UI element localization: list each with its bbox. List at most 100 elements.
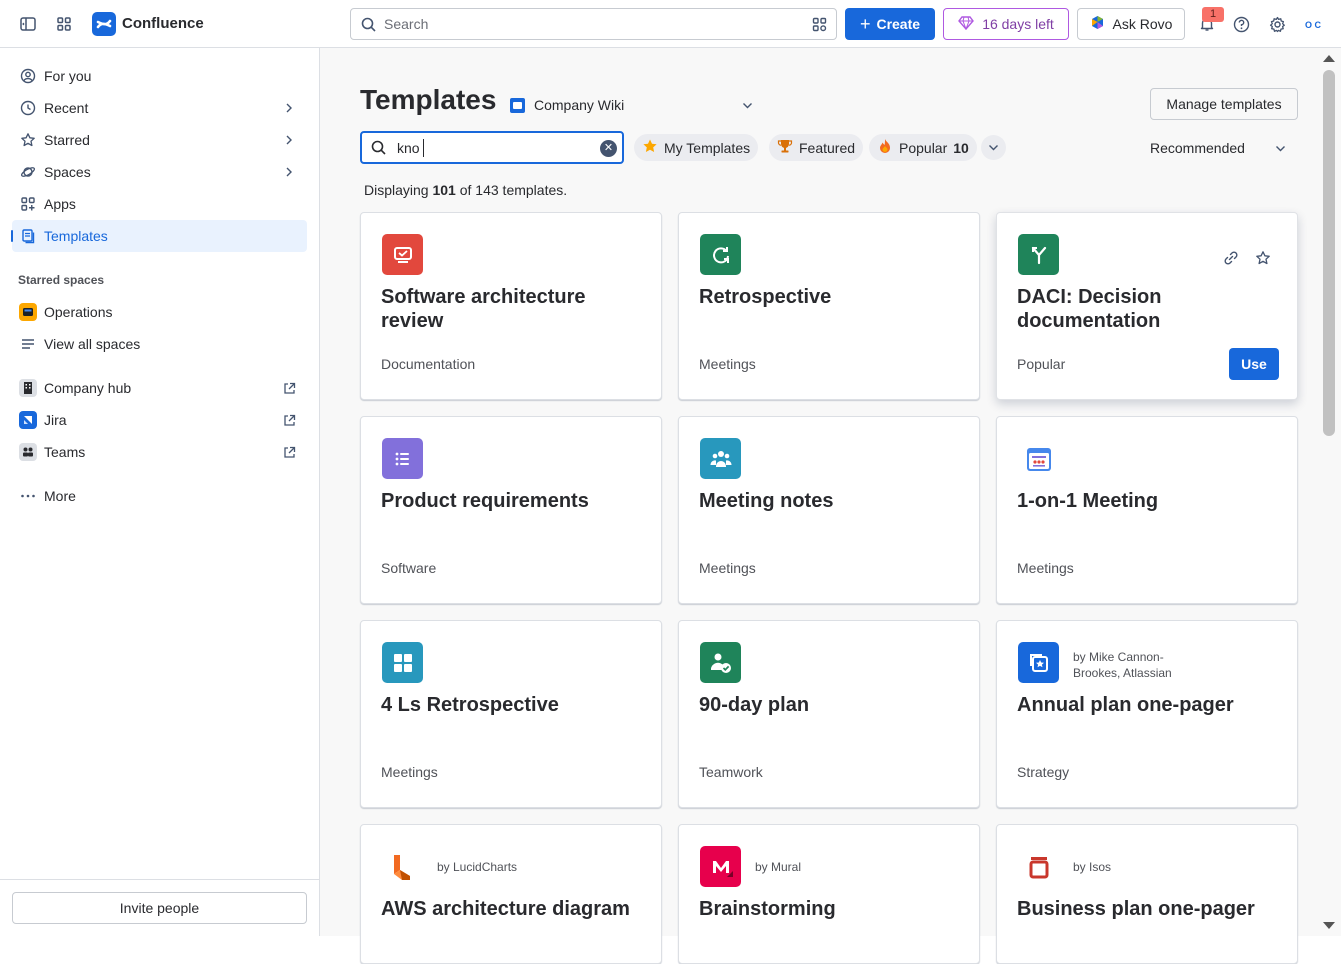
count-prefix: Displaying	[364, 182, 429, 198]
external-link-icon[interactable]	[281, 380, 297, 396]
user-avatar[interactable]: O C	[1300, 12, 1326, 38]
isos-logo-icon	[1018, 846, 1059, 887]
app-switcher-icon[interactable]	[52, 12, 76, 36]
chip-label: Popular	[899, 139, 948, 156]
top-navigation-bar: Confluence Search + Create 16 days left …	[0, 0, 1341, 48]
template-card-daci[interactable]: DACI: Decision documentation Popular Use	[996, 212, 1298, 400]
ask-rovo-button[interactable]: Ask Rovo	[1077, 8, 1185, 40]
jira-icon	[18, 410, 38, 430]
decision-branch-icon	[1018, 234, 1059, 275]
sidebar-item-apps[interactable]: Apps	[12, 188, 307, 220]
chevron-down-icon[interactable]	[1272, 140, 1288, 156]
sidebar-item-starred[interactable]: Starred	[12, 124, 307, 156]
star-outline-icon[interactable]	[1253, 248, 1273, 268]
space-selector[interactable]: Company Wiki	[510, 93, 755, 117]
card-category: Meetings	[1017, 560, 1074, 576]
sidebar-item-label: Templates	[44, 228, 108, 244]
use-template-button[interactable]: Use	[1229, 348, 1279, 380]
template-card-meeting-notes[interactable]: Meeting notes Meetings	[678, 416, 980, 604]
sidebar-item-jira[interactable]: Jira	[12, 404, 307, 436]
create-label: Create	[876, 16, 921, 32]
mural-logo-icon	[700, 846, 741, 887]
results-count: Displaying 101 of 143 templates.	[364, 182, 567, 198]
space-name: Company Wiki	[534, 97, 625, 113]
template-card-brainstorming[interactable]: by Mural Brainstorming	[678, 824, 980, 964]
card-category: Meetings	[381, 764, 438, 780]
sidebar-item-company-hub[interactable]: Company hub	[12, 372, 307, 404]
sidebar-item-more[interactable]: More	[12, 480, 307, 512]
sort-dropdown[interactable]: Recommended	[1150, 140, 1245, 156]
sidebar-item-for-you[interactable]: For you	[12, 60, 307, 92]
card-title: Annual plan one-pager	[1017, 694, 1234, 716]
scroll-up-arrow-icon[interactable]	[1323, 55, 1335, 62]
people-group-icon	[700, 438, 741, 479]
app-name[interactable]: Confluence	[122, 15, 204, 32]
page-scrollbar[interactable]	[1321, 48, 1341, 936]
manage-templates-button[interactable]: Manage templates	[1150, 88, 1298, 120]
invite-people-button[interactable]: Invite people	[12, 892, 307, 924]
trophy-icon	[777, 138, 793, 157]
template-search-input[interactable]: kno ✕	[360, 131, 624, 164]
sidebar-item-view-all-spaces[interactable]: View all spaces	[12, 328, 307, 360]
lucidcharts-logo-icon	[382, 846, 423, 887]
template-card-90-day-plan[interactable]: 90-day plan Teamwork	[678, 620, 980, 808]
template-card-software-architecture-review[interactable]: Software architecture review Documentati…	[360, 212, 662, 400]
card-title: Brainstorming	[699, 898, 836, 920]
card-category: Teamwork	[699, 764, 763, 780]
chevron-right-icon[interactable]	[281, 100, 297, 116]
copy-link-icon[interactable]	[1221, 248, 1241, 268]
external-link-icon[interactable]	[281, 412, 297, 428]
external-link-icon[interactable]	[281, 444, 297, 460]
card-title: Business plan one-pager	[1017, 898, 1255, 920]
chip-label: My Templates	[664, 139, 751, 156]
sidebar-item-operations[interactable]: Operations	[12, 296, 307, 328]
sidebar-item-teams[interactable]: Teams	[12, 436, 307, 468]
filter-chip-popular[interactable]: Popular 10	[869, 134, 977, 161]
scrollbar-thumb[interactable]	[1323, 70, 1335, 436]
sidebar-toggle-icon[interactable]	[16, 12, 40, 36]
help-icon[interactable]	[1229, 12, 1253, 36]
sidebar-item-label: Spaces	[44, 164, 91, 180]
template-card-aws-architecture-diagram[interactable]: by LucidCharts AWS architecture diagram	[360, 824, 662, 964]
template-card-business-plan-one-pager[interactable]: by Isos Business plan one-pager	[996, 824, 1298, 964]
filter-chip-my-templates[interactable]: My Templates	[634, 134, 759, 161]
template-card-retrospective[interactable]: Retrospective Meetings	[678, 212, 980, 400]
global-search-input[interactable]: Search	[350, 8, 837, 40]
template-icon	[20, 228, 36, 244]
filter-chip-featured[interactable]: Featured	[769, 134, 864, 161]
chevron-right-icon[interactable]	[281, 132, 297, 148]
template-card-product-requirements[interactable]: Product requirements Software	[360, 416, 662, 604]
diamond-icon	[958, 15, 975, 33]
teams-icon	[18, 442, 38, 462]
card-title: Retrospective	[699, 286, 832, 308]
chevron-down-icon	[739, 97, 755, 113]
chip-count: 10	[953, 139, 969, 156]
template-card-4-ls-retrospective[interactable]: 4 Ls Retrospective Meetings	[360, 620, 662, 808]
settings-gear-icon[interactable]	[1265, 12, 1289, 36]
clock-icon	[20, 100, 36, 116]
chevron-right-icon[interactable]	[281, 164, 297, 180]
list-icon	[20, 336, 36, 352]
sidebar-item-spaces[interactable]: Spaces	[12, 156, 307, 188]
person-check-icon	[700, 642, 741, 683]
sidebar-item-recent[interactable]: Recent	[12, 92, 307, 124]
sidebar-item-templates[interactable]: Templates	[12, 220, 307, 252]
chip-label: Featured	[799, 139, 856, 156]
clear-search-icon[interactable]: ✕	[600, 140, 617, 157]
template-card-annual-plan-one-pager[interactable]: by Mike Cannon-Brookes, Atlassian Annual…	[996, 620, 1298, 808]
more-filters-chevron-icon[interactable]	[981, 135, 1006, 160]
rovo-icon	[1090, 15, 1105, 33]
planet-icon	[20, 164, 36, 180]
search-placeholder: Search	[384, 16, 429, 32]
create-button[interactable]: + Create	[845, 8, 935, 40]
scroll-down-arrow-icon[interactable]	[1323, 922, 1335, 929]
count-shown: 101	[432, 182, 456, 198]
sidebar-item-label: Apps	[44, 196, 76, 212]
trial-button[interactable]: 16 days left	[943, 8, 1069, 40]
apps-icon	[20, 196, 36, 212]
space-icon	[510, 97, 525, 113]
template-card-1-on-1-meeting[interactable]: 1-on-1 Meeting Meetings	[996, 416, 1298, 604]
confluence-logo-icon[interactable]	[92, 12, 116, 36]
search-filter-icon[interactable]	[812, 17, 827, 37]
card-title: Meeting notes	[699, 490, 834, 512]
